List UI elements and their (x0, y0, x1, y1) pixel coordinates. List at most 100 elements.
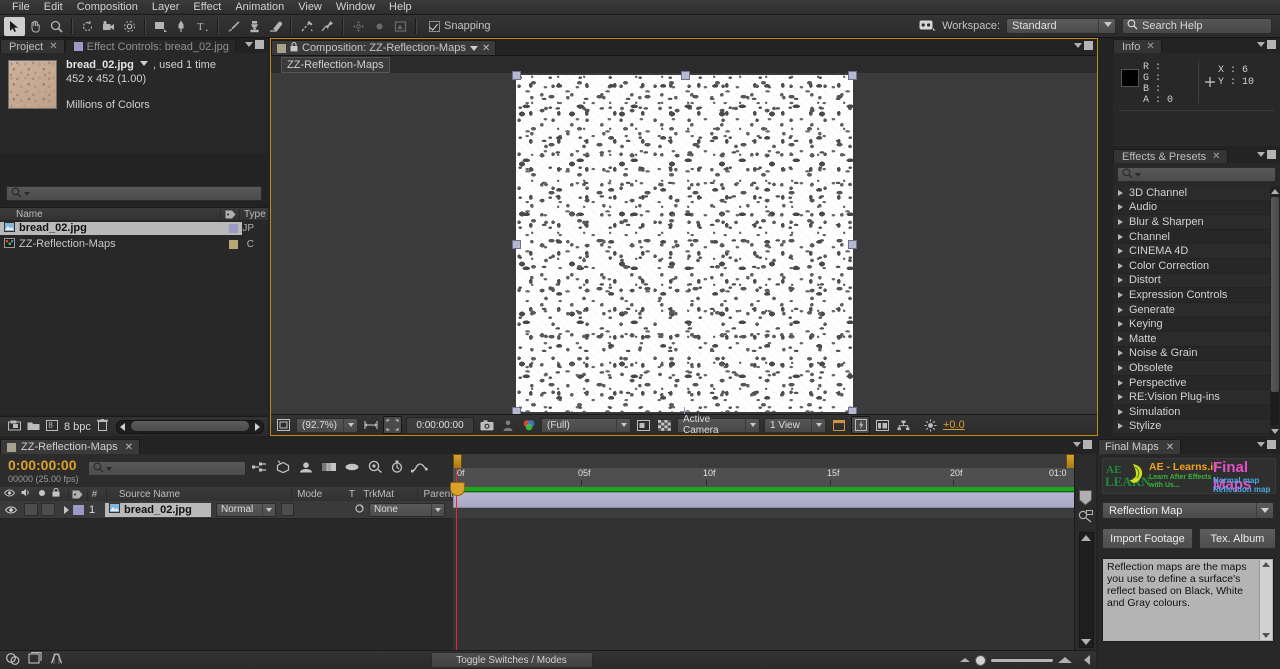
cti-handle[interactable] (450, 482, 465, 496)
effect-category[interactable]: Matte (1113, 331, 1270, 347)
layer-visibility-toggle[interactable] (0, 506, 22, 514)
composition-viewer[interactable] (271, 71, 1097, 416)
chevron-down-icon[interactable] (469, 45, 478, 51)
eraser-tool[interactable] (265, 17, 286, 36)
tab-info[interactable]: Info ✕ (1113, 39, 1162, 53)
menu-view[interactable]: View (291, 0, 329, 15)
zoom-slider-track[interactable] (991, 658, 1053, 662)
rotation-tool[interactable] (77, 17, 98, 36)
clone-stamp-tool[interactable] (244, 17, 265, 36)
effect-category[interactable]: Keying (1113, 317, 1270, 332)
menu-animation[interactable]: Animation (228, 0, 291, 15)
bit-depth-label[interactable]: 8 bpc (64, 421, 91, 433)
current-time-indicator[interactable] (450, 468, 465, 650)
tab-project[interactable]: Project ✕ (0, 39, 65, 53)
breadcrumb[interactable]: ZZ-Reflection-Maps (281, 57, 390, 73)
auto-keyframe-icon[interactable] (390, 460, 404, 476)
scroll-right-icon[interactable] (255, 422, 260, 431)
lock-icon[interactable] (290, 41, 298, 55)
close-icon[interactable]: ✕ (49, 41, 57, 52)
effects-panel-menu[interactable] (1257, 150, 1276, 159)
menu-composition[interactable]: Composition (70, 0, 145, 15)
scroll-down-icon[interactable] (1262, 633, 1270, 638)
effect-category[interactable]: Blur & Sharpen (1113, 215, 1270, 230)
hide-shy-layers-icon[interactable] (298, 461, 314, 476)
transform-handle-tl[interactable] (511, 71, 521, 80)
take-snapshot-icon[interactable] (478, 417, 495, 433)
scroll-left-icon[interactable] (119, 422, 125, 431)
brainstorm-icon[interactable] (367, 460, 383, 476)
tab-timeline-comp[interactable]: ZZ-Reflection-Maps ✕ (0, 439, 140, 454)
enable-motion-blur-icon[interactable] (344, 461, 360, 476)
comp-marker-icon[interactable] (1078, 490, 1093, 509)
info-panel-menu[interactable] (1257, 40, 1276, 49)
search-help-input[interactable]: Search Help (1122, 18, 1272, 34)
snapping-toggle[interactable]: Snapping (429, 20, 491, 32)
timeline-vertical-scrollbar[interactable] (1079, 532, 1094, 648)
effect-category[interactable]: Generate (1113, 302, 1270, 318)
layer-expand-arrow[interactable] (60, 505, 72, 514)
column-mode[interactable]: Mode (291, 488, 347, 500)
puppet-pin-tool[interactable] (317, 17, 338, 36)
tab-effects-presets[interactable]: Effects & Presets ✕ (1113, 149, 1228, 163)
comp-flowchart-icon[interactable] (895, 417, 912, 433)
menu-layer[interactable]: Layer (145, 0, 187, 15)
close-icon[interactable]: ✕ (125, 442, 133, 453)
composition-panel-menu[interactable] (1074, 41, 1093, 50)
zoom-in-icon[interactable] (1058, 657, 1072, 663)
description-scrollbar[interactable] (1259, 560, 1272, 640)
map-type-select[interactable]: Reflection Map (1102, 502, 1274, 519)
chevron-down-icon[interactable] (1135, 172, 1141, 177)
layer-marker-icon[interactable] (1078, 510, 1093, 526)
column-name[interactable]: Name (0, 209, 220, 220)
transparency-grid-icon[interactable] (656, 417, 673, 433)
label-swatch[interactable] (229, 239, 238, 249)
timeline-panel-menu[interactable] (1073, 440, 1092, 449)
effect-category[interactable]: RE:Vision Plug-ins (1113, 390, 1270, 405)
effect-category[interactable]: Obsolete (1113, 361, 1270, 376)
close-icon[interactable]: ✕ (482, 43, 490, 54)
effect-category[interactable]: Expression Controls (1113, 288, 1270, 303)
transform-handle-ml[interactable] (511, 240, 521, 249)
enable-frame-blending-icon[interactable] (321, 461, 337, 476)
resolution-select[interactable]: (Full) (541, 417, 631, 433)
project-list-item[interactable]: ZZ-Reflection-Maps C (0, 236, 268, 252)
effect-category[interactable]: Distort (1113, 273, 1270, 289)
graph-editor-icon[interactable] (411, 461, 428, 476)
column-source-name[interactable]: Source Name (105, 488, 291, 500)
map-description-box[interactable]: Reflection maps are the maps you use to … (1102, 558, 1274, 642)
column-t[interactable]: T (347, 489, 361, 500)
graph-editor-toggle-icon[interactable] (50, 652, 63, 668)
column-parent[interactable]: Parent (416, 488, 453, 500)
hand-tool[interactable] (25, 17, 46, 36)
new-folder-icon[interactable] (8, 420, 21, 434)
toggle-switches-modes-button[interactable]: Toggle Switches / Modes (430, 652, 593, 668)
project-search-input[interactable] (6, 186, 262, 201)
timeline-search-input[interactable] (88, 461, 246, 476)
type-tool[interactable]: T (192, 17, 213, 36)
exposure-value[interactable]: +0.0 (943, 419, 965, 431)
effects-search-input[interactable] (1117, 167, 1276, 182)
close-icon[interactable]: ✕ (1146, 41, 1154, 52)
layer-bounding-box[interactable] (511, 71, 857, 416)
timeline-work-area-bar[interactable] (453, 454, 1075, 469)
texture-album-button[interactable]: Tex. Album (1198, 528, 1276, 549)
tab-composition[interactable]: Composition: ZZ-Reflection-Maps ✕ (271, 40, 497, 55)
menu-file[interactable]: File (5, 0, 37, 15)
transform-handle-mr[interactable] (847, 240, 857, 249)
roto-brush-tool[interactable] (296, 17, 317, 36)
effect-category[interactable]: Channel (1113, 229, 1270, 245)
close-icon[interactable]: ✕ (1166, 442, 1174, 453)
transform-handle-tr[interactable] (847, 71, 857, 80)
timeline-ruler[interactable]: 0f 05f 10f 15f 20f 01:0 (453, 468, 1075, 488)
layer-solo-toggle[interactable] (41, 503, 55, 516)
chevron-down-icon[interactable] (106, 466, 112, 471)
menu-edit[interactable]: Edit (37, 0, 70, 15)
project-panel-menu[interactable] (245, 40, 264, 49)
scroll-down-icon[interactable] (1271, 426, 1279, 436)
effect-category[interactable]: Perspective (1113, 375, 1270, 391)
always-preview-icon[interactable] (275, 417, 292, 433)
menu-effect[interactable]: Effect (186, 0, 228, 15)
layer-audio-toggle[interactable] (24, 503, 38, 516)
column-index[interactable]: # (86, 488, 106, 500)
